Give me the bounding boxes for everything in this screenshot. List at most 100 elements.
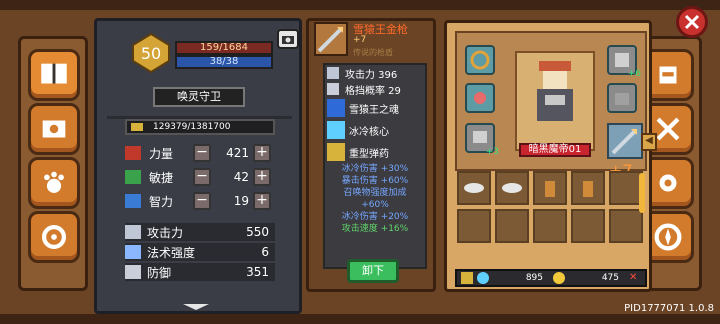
- top-wood: [0, 0, 720, 10]
- inventory-slot[interactable]: [457, 171, 491, 205]
- feather-icon: [464, 183, 484, 193]
- level-badge: 50: [132, 33, 170, 73]
- book-icon: [125, 194, 141, 208]
- inventory-slot[interactable]: [533, 209, 567, 243]
- gear-icon: [659, 174, 677, 192]
- potion-icon: [583, 181, 593, 197]
- stat-label: 敏捷: [149, 170, 174, 185]
- increase-strength-button[interactable]: +: [253, 144, 271, 162]
- derived-label: 法术强度: [147, 245, 196, 260]
- gloves-slot[interactable]: +3: [465, 123, 499, 157]
- hero-name: 暗黑魔帝01: [519, 143, 591, 157]
- inventory-slot[interactable]: [533, 171, 567, 205]
- unequip-button[interactable]: 卸下: [347, 259, 399, 283]
- book-icon: [41, 63, 67, 84]
- item-attack-line: 攻击力 396: [325, 65, 425, 81]
- xp-bar: 159/1684: [175, 41, 273, 55]
- derived-spell-power: 法术强度 6: [125, 243, 275, 261]
- item-enhance: +7: [353, 35, 367, 45]
- amulet-slot[interactable]: [465, 83, 495, 113]
- stat-value: 421: [226, 146, 249, 160]
- left-menu-rail: [18, 36, 88, 291]
- inventory-slot[interactable]: [495, 171, 529, 205]
- stat-label: 智力: [149, 194, 174, 209]
- derived-value: 351: [246, 265, 269, 279]
- inventory-slot[interactable]: [457, 209, 491, 243]
- derived-defense: 防御 351: [125, 263, 275, 281]
- bonus-line: 召唤物强度加成: [343, 188, 407, 198]
- inventory-slot[interactable]: [571, 171, 605, 205]
- stat-value: 19: [233, 194, 249, 208]
- item-detail-panel: 雪猿王金枪 +7 传说的枪盾 攻击力 396 格挡概率 29 雪猿王之魂 冰冷核…: [306, 18, 436, 292]
- shield-icon: [327, 83, 339, 95]
- character-name: 唤灵守卫: [153, 87, 245, 107]
- scroll-down-icon[interactable]: [181, 303, 211, 311]
- amulet-icon: [474, 92, 486, 104]
- decrease-intelligence-button[interactable]: −: [193, 192, 211, 210]
- ice-core-icon: [327, 121, 345, 139]
- hero-sprite-icon: [537, 61, 573, 121]
- resource-bar: 895 475 ✕: [455, 269, 647, 287]
- book-menu-button[interactable]: [28, 49, 80, 101]
- bonus-line: 冰冷伤害 +30%: [341, 164, 409, 174]
- stat-label: 力量: [149, 146, 174, 161]
- armor-slot[interactable]: +6: [607, 45, 641, 79]
- item-skill-row[interactable]: 重型弹药: [325, 141, 425, 163]
- equipment-panel: +3 暗黑魔帝01 +6 +7 ◀ 895: [444, 20, 657, 292]
- inventory-scrollbar[interactable]: [639, 173, 645, 213]
- sword-icon: [327, 67, 339, 79]
- camera-button[interactable]: [277, 29, 299, 49]
- weapon-slot[interactable]: +7: [607, 123, 643, 180]
- inventory-slot[interactable]: [571, 209, 605, 243]
- inventory-slot[interactable]: [609, 209, 643, 243]
- boots-icon: [615, 93, 629, 105]
- close-icon: [684, 14, 700, 30]
- level-number: 50: [141, 44, 161, 63]
- scroll-icon: [42, 120, 66, 138]
- bonus-line: 攻击速度 +16%: [341, 224, 409, 234]
- mana-bar: 38/38: [175, 55, 273, 69]
- inventory-slot[interactable]: [609, 171, 643, 205]
- item-stats-body: 攻击力 396 格挡概率 29 雪猿王之魂 冰冷核心 重型弹药 冰冷伤害 +30…: [323, 63, 427, 269]
- stat-value: 42: [233, 170, 249, 184]
- derived-value: 6: [261, 245, 269, 259]
- fist-icon: [125, 146, 141, 160]
- pet-menu-button[interactable]: [28, 157, 80, 209]
- bottom-wood: [0, 314, 720, 324]
- wheel-icon: [41, 224, 67, 250]
- stat-agility: 敏捷 − 42 +: [125, 167, 275, 187]
- shield-icon: [125, 265, 141, 279]
- wand-icon: [125, 245, 141, 259]
- ring-slot[interactable]: [465, 45, 495, 75]
- gem-count: 895: [525, 273, 543, 283]
- item-skill-row[interactable]: 冰冷核心: [325, 119, 425, 141]
- coin-icon: [131, 123, 143, 131]
- close-button[interactable]: [676, 6, 708, 38]
- bonus-line: 暴击伤害 +60%: [341, 176, 409, 186]
- item-rarity: 传说的枪盾: [353, 48, 393, 57]
- item-block-line: 格挡概率 29: [325, 81, 425, 97]
- inventory-slot[interactable]: [495, 209, 529, 243]
- lock-icon[interactable]: [461, 272, 473, 284]
- derived-label: 防御: [147, 265, 172, 280]
- increase-agility-button[interactable]: +: [253, 168, 271, 186]
- gold-count: 475: [601, 273, 619, 283]
- car-menu-button[interactable]: [28, 211, 80, 263]
- spear-icon: [314, 22, 348, 56]
- close-icon[interactable]: ✕: [629, 272, 641, 284]
- boots-slot[interactable]: [607, 83, 637, 113]
- soul-icon: [327, 99, 345, 117]
- derived-value: 550: [246, 225, 269, 239]
- decrease-agility-button[interactable]: −: [193, 168, 211, 186]
- enhance-level: +6: [627, 69, 641, 79]
- feather-icon: [125, 170, 141, 184]
- skills-menu-button[interactable]: [28, 103, 80, 155]
- weapon-tab-arrow[interactable]: ◀: [641, 133, 657, 151]
- item-skill-row[interactable]: 雪猿王之魂: [325, 97, 425, 119]
- character-portrait[interactable]: [515, 51, 595, 151]
- enhance-level: +3: [485, 147, 499, 157]
- increase-intelligence-button[interactable]: +: [253, 192, 271, 210]
- decrease-strength-button[interactable]: −: [193, 144, 211, 162]
- gold-value: 129379/1381700: [153, 122, 231, 132]
- version-label: PID1777071 1.0.8: [624, 303, 714, 314]
